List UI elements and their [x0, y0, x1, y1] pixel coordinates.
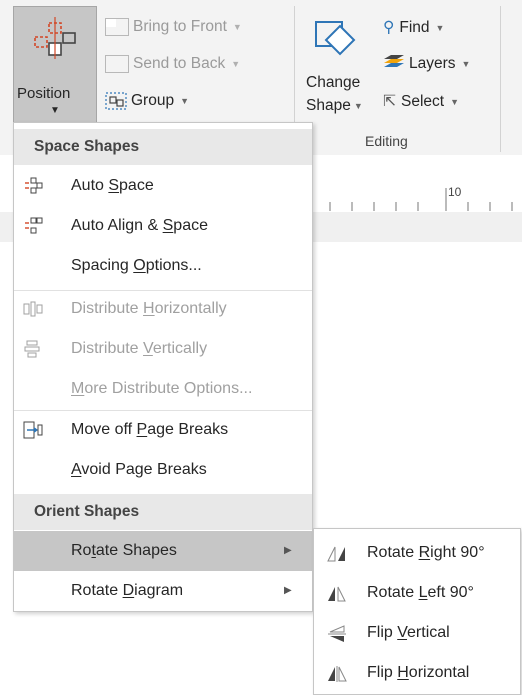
avoid-page-breaks-label: Avoid Page Breaks: [71, 461, 207, 478]
menu-item-distribute-horizontally[interactable]: Distribute Horizontally: [14, 289, 312, 329]
space-shapes-header: Space Shapes: [14, 129, 312, 165]
cursor-icon: ⇱: [383, 93, 396, 110]
submenu-item-flip-horizontal[interactable]: Flip Horizontal: [314, 653, 520, 693]
chevron-right-icon: ▶: [284, 585, 292, 596]
send-to-back-icon: [105, 55, 129, 73]
rotate-right-label: Rotate Right 90°: [367, 544, 485, 561]
move-off-page-breaks-icon: [23, 421, 43, 439]
orient-shapes-header: Orient Shapes: [14, 494, 312, 530]
position-icon: [34, 17, 76, 59]
layers-icon: [384, 55, 404, 67]
auto-align-space-label: Auto Align & Space: [71, 217, 208, 234]
editing-group-label: Editing: [365, 133, 408, 149]
rotate-right-icon: [327, 546, 345, 562]
menu-item-auto-space[interactable]: Auto Space: [14, 166, 312, 206]
group-label: Group: [131, 92, 175, 110]
ruler-tick-label: 10: [448, 185, 462, 199]
select-button[interactable]: ⇱ Select ▼: [383, 92, 459, 111]
flip-vertical-label: Flip Vertical: [367, 624, 450, 641]
move-off-page-breaks-label: Move off Page Breaks: [71, 421, 229, 438]
send-to-back-button[interactable]: Send to Back ▼: [105, 55, 240, 73]
search-icon: ⚲: [383, 19, 395, 36]
position-button[interactable]: Position ▼: [13, 6, 97, 124]
chevron-down-icon: ▼: [231, 59, 241, 69]
chevron-down-icon: ▼: [461, 59, 471, 69]
position-label: Position: [17, 85, 71, 102]
auto-space-label: Auto Space: [71, 177, 154, 194]
change-shape-icon: [315, 21, 356, 56]
layers-button[interactable]: Layers ▼: [383, 55, 470, 73]
more-distribute-options-label: More Distribute Options...: [71, 380, 253, 397]
menu-item-move-off-page-breaks[interactable]: Move off Page Breaks: [14, 410, 312, 450]
menu-item-distribute-vertically[interactable]: Distribute Vertically: [14, 329, 312, 369]
menu-item-rotate-shapes[interactable]: Rotate Shapes ▶: [14, 531, 312, 571]
change-shape-line2: Shape ▼: [306, 97, 363, 114]
rotate-diagram-label: Rotate Diagram: [71, 582, 184, 599]
menu-item-avoid-page-breaks[interactable]: Avoid Page Breaks: [14, 450, 312, 490]
menu-item-auto-align-space[interactable]: Auto Align & Space: [14, 206, 312, 246]
chevron-down-icon: ▼: [232, 22, 242, 32]
submenu-item-rotate-left[interactable]: Rotate Left 90°: [314, 573, 520, 613]
flip-vertical-icon: [328, 625, 346, 642]
rotate-left-label: Rotate Left 90°: [367, 584, 474, 601]
distribute-horizontally-icon: [23, 301, 43, 317]
position-menu: Space Shapes Auto Space Auto Align & Spa…: [13, 122, 313, 612]
rotate-shapes-label: Rotate Shapes: [71, 542, 177, 559]
spacing-options-label: Spacing Options...: [71, 257, 202, 274]
distribute-horizontally-label: Distribute Horizontally: [71, 300, 227, 317]
select-label: Select: [401, 93, 445, 110]
menu-item-rotate-diagram[interactable]: Rotate Diagram ▶: [14, 571, 312, 611]
distribute-vertically-label: Distribute Vertically: [71, 340, 208, 357]
flip-horizontal-icon: [328, 666, 347, 682]
rotate-shapes-submenu: Rotate Right 90° Rotate Left 90° Flip Ve…: [313, 528, 521, 695]
group-icon: [105, 92, 127, 110]
chevron-down-icon: ▼: [180, 96, 190, 106]
flip-horizontal-label: Flip Horizontal: [367, 664, 470, 681]
bring-to-front-label: Bring to Front: [133, 18, 227, 36]
chevron-down-icon: ▼: [50, 105, 60, 116]
group-button[interactable]: Group ▼: [105, 92, 189, 110]
bring-to-front-icon: [105, 18, 129, 36]
rotate-left-icon: [328, 586, 346, 602]
chevron-down-icon: ▼: [450, 96, 460, 107]
chevron-right-icon: ▶: [284, 545, 292, 556]
submenu-item-rotate-right[interactable]: Rotate Right 90°: [314, 533, 520, 573]
submenu-item-flip-vertical[interactable]: Flip Vertical: [314, 613, 520, 653]
menu-item-spacing-options[interactable]: Spacing Options...: [14, 246, 312, 286]
auto-align-space-icon: [25, 217, 43, 234]
auto-space-icon: [25, 177, 43, 194]
bring-to-front-button[interactable]: Bring to Front ▼: [105, 18, 242, 36]
send-to-back-label: Send to Back: [133, 55, 226, 73]
layers-label: Layers: [409, 55, 456, 73]
change-shape-line1: Change: [306, 74, 361, 91]
distribute-vertically-icon: [24, 340, 40, 358]
group-separator: [500, 6, 501, 152]
find-button[interactable]: ⚲ Find ▼: [383, 18, 444, 37]
find-label: Find: [399, 19, 430, 36]
change-shape-button[interactable]: Change Shape ▼: [300, 10, 372, 130]
chevron-down-icon: ▼: [435, 22, 445, 33]
menu-item-more-distribute-options[interactable]: More Distribute Options...: [14, 369, 312, 409]
